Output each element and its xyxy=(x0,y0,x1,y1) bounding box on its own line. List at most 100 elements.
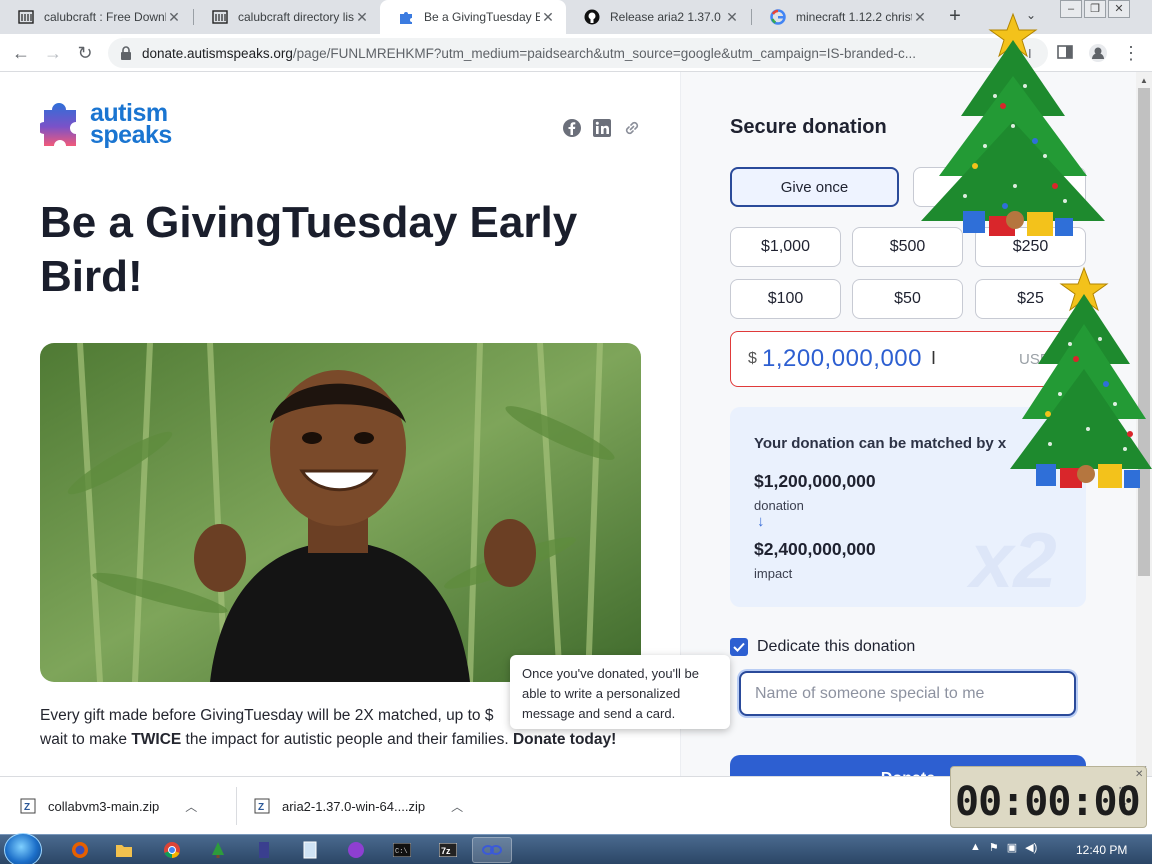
app-purple-icon[interactable] xyxy=(336,837,376,863)
tab-title: calubcraft directory listi xyxy=(238,10,354,24)
tab-aria2-release[interactable]: Release aria2 1.37.0 · a ✕ xyxy=(566,0,750,34)
tab-title: calubcraft : Free Downl xyxy=(44,10,166,24)
intro-text-1: Every gift made before GivingTuesday wil… xyxy=(40,707,494,724)
dedicate-checkbox-row[interactable]: Dedicate this donation xyxy=(730,638,915,656)
logo-wordmark: autism speaks xyxy=(90,101,172,149)
url-text: donate.autismspeaks.org/page/FUNLMREHKMF… xyxy=(142,46,1002,61)
impact-amount: $2,400,000,000 xyxy=(754,539,876,559)
intro-text-3: the impact for autistic people and their… xyxy=(181,731,513,748)
down-arrow-icon: ↓ xyxy=(757,513,765,530)
archive-icon xyxy=(212,9,228,25)
svg-text:C:\: C:\ xyxy=(395,848,408,856)
flag-icon[interactable]: ⚑ xyxy=(989,841,999,854)
impact-label: impact xyxy=(754,566,793,581)
firefox-icon[interactable] xyxy=(60,837,100,863)
stopwatch-widget[interactable]: ✕ ▪▪▪ ▪▪▪ 00:00:00 xyxy=(950,766,1147,828)
chevron-up-icon[interactable]: ︿ xyxy=(451,798,463,815)
tab-givingtuesday[interactable]: Be a GivingTuesday Ea ✕ xyxy=(380,0,566,34)
dedicate-label: Dedicate this donation xyxy=(757,638,916,655)
aria2-gui-icon[interactable] xyxy=(472,837,512,863)
close-icon[interactable]: ✕ xyxy=(166,9,182,26)
google-icon xyxy=(770,9,786,25)
logo-line-2: speaks xyxy=(90,121,172,149)
back-arrow-icon[interactable]: ← xyxy=(10,42,32,64)
donation-label: donation xyxy=(754,498,804,513)
puzzle-icon xyxy=(398,9,414,25)
tab-title: Release aria2 1.37.0 · a xyxy=(610,10,724,24)
forward-arrow-icon[interactable]: → xyxy=(42,42,64,64)
network-icon[interactable]: ▣ xyxy=(1007,841,1017,854)
amount-50-button[interactable]: $50 xyxy=(852,279,963,319)
tab-calubcraft[interactable]: calubcraft : Free Downl ✕ xyxy=(0,0,192,34)
close-window-button[interactable]: ✕ xyxy=(1108,0,1130,18)
tab-calubcraft-directory[interactable]: calubcraft directory listi ✕ xyxy=(194,0,380,34)
windows-taskbar: C:\ 7z ▲ ⚑ ▣ ◀) 12:40 PM xyxy=(0,833,1152,864)
dedicate-checkbox[interactable] xyxy=(730,638,748,656)
scroll-up-arrow-icon[interactable]: ▲ xyxy=(1140,76,1148,85)
page-headline: Be a GivingTuesday Early Bird! xyxy=(40,198,578,301)
zip-file-icon: Z xyxy=(254,798,270,814)
notepad-icon[interactable] xyxy=(290,837,330,863)
github-icon xyxy=(584,9,600,25)
intro-twice: TWICE xyxy=(131,731,182,748)
close-icon[interactable]: ✕ xyxy=(354,9,370,26)
amount-1000-button[interactable]: $1,000 xyxy=(730,227,841,267)
volume-icon[interactable]: ◀) xyxy=(1025,841,1037,854)
intro-cta: Donate today! xyxy=(512,731,617,748)
svg-text:7z: 7z xyxy=(441,846,451,856)
7zip-icon[interactable]: 7z xyxy=(428,837,468,863)
christmas-tree-overlay-middle xyxy=(990,264,1152,505)
explorer-folder-icon[interactable] xyxy=(104,837,144,863)
timer-display: 00:00:00 xyxy=(955,779,1141,825)
archive-icon xyxy=(18,9,34,25)
custom-amount-value: 1,200,000,000 xyxy=(762,345,922,372)
hero-photo-smiling-child xyxy=(40,343,641,682)
match-heading: Your donation can be matched by x xyxy=(754,435,1007,452)
url-host: donate.autismspeaks.org xyxy=(142,45,293,61)
tab-title: minecraft 1.12.2 christ xyxy=(796,10,912,24)
linkedin-icon[interactable] xyxy=(592,118,612,138)
close-icon[interactable]: ✕ xyxy=(540,9,556,26)
system-tray: ▲ ⚑ ▣ ◀) xyxy=(970,841,1037,854)
give-once-button[interactable]: Give once xyxy=(730,167,899,207)
amount-100-button[interactable]: $100 xyxy=(730,279,841,319)
download-filename: aria2-1.37.0-win-64....zip xyxy=(282,798,426,814)
download-item-aria2[interactable]: Z aria2-1.37.0-win-64....zip ︿ xyxy=(254,777,463,835)
donation-amount: $1,200,000,000 xyxy=(754,471,876,491)
puzzle-logo-icon xyxy=(40,103,76,146)
intro-text-2: wait to make xyxy=(40,731,132,748)
svg-text:Z: Z xyxy=(24,802,30,813)
facebook-icon[interactable] xyxy=(562,118,582,138)
chevron-up-icon[interactable]: ︿ xyxy=(185,798,197,815)
secure-donation-title: Secure donation xyxy=(730,116,887,138)
text-cursor-icon: I xyxy=(931,348,937,368)
honoree-name-input[interactable] xyxy=(739,671,1076,716)
download-item-collabvm[interactable]: Z collabvm3-main.zip ︿ xyxy=(20,777,197,835)
autism-speaks-logo[interactable]: autism speaks xyxy=(40,98,172,150)
tray-expand-icon[interactable]: ▲ xyxy=(970,841,981,854)
start-button[interactable] xyxy=(4,833,42,864)
copy-link-icon[interactable] xyxy=(622,118,642,138)
svg-text:Z: Z xyxy=(258,802,264,813)
currency-symbol: $ xyxy=(748,350,757,367)
download-filename: collabvm3-main.zip xyxy=(48,798,160,814)
command-prompt-icon[interactable]: C:\ xyxy=(382,837,422,863)
taskbar-clock[interactable]: 12:40 PM xyxy=(1076,843,1127,857)
christmas-tree-overlay-top xyxy=(915,6,1111,251)
tab-title: Be a GivingTuesday Ea xyxy=(424,10,540,24)
reload-icon[interactable]: ↻ xyxy=(74,42,96,64)
checkmark-icon xyxy=(733,642,745,652)
x2-watermark: x2 xyxy=(970,516,1057,604)
download-separator xyxy=(236,787,237,825)
lock-icon[interactable] xyxy=(120,46,134,60)
app-icon[interactable] xyxy=(244,837,284,863)
christmas-tree-app-icon[interactable] xyxy=(198,837,238,863)
tab-minecraft-search[interactable]: minecraft 1.12.2 christ ✕ xyxy=(752,0,938,34)
menu-kebab-icon[interactable]: ⋮ xyxy=(1122,43,1142,63)
dedication-tooltip: Once you've donated, you'll be able to w… xyxy=(510,655,730,729)
close-icon[interactable]: ✕ xyxy=(724,9,740,26)
zip-file-icon: Z xyxy=(20,798,36,814)
chrome-icon[interactable] xyxy=(152,837,192,863)
address-bar[interactable]: donate.autismspeaks.org/page/FUNLMREHKMF… xyxy=(108,38,1048,68)
url-path: /page/FUNLMREHKMF?utm_medium=paidsearch&… xyxy=(292,45,917,61)
